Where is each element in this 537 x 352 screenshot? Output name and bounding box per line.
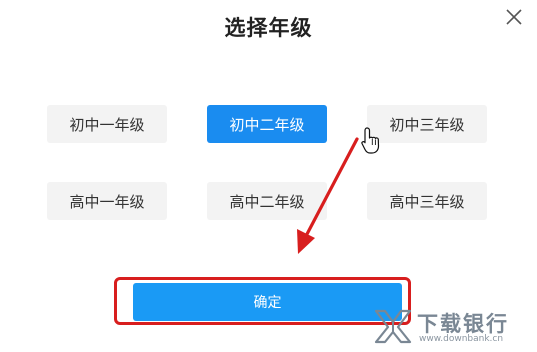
grade-option-senior-1[interactable]: 高中一年级 <box>47 182 167 220</box>
grade-option-junior-2[interactable]: 初中二年级 <box>207 105 327 143</box>
grade-option-junior-3[interactable]: 初中三年级 <box>367 105 487 143</box>
grade-select-dialog: 选择年级 初中一年级 初中二年级 初中三年级 高中一年级 高中二年级 高中三年级… <box>0 0 537 352</box>
grade-options: 初中一年级 初中二年级 初中三年级 高中一年级 高中二年级 高中三年级 <box>0 0 537 240</box>
grade-option-senior-2[interactable]: 高中二年级 <box>207 182 327 220</box>
downbank-logo-icon <box>374 309 412 344</box>
watermark-url: www.downbank.cn <box>419 334 504 344</box>
confirm-button[interactable]: 确定 <box>133 283 402 321</box>
watermark: 下载银行 www.downbank.cn <box>373 308 523 346</box>
grade-option-senior-3[interactable]: 高中三年级 <box>367 182 487 220</box>
grade-option-junior-1[interactable]: 初中一年级 <box>47 105 167 143</box>
